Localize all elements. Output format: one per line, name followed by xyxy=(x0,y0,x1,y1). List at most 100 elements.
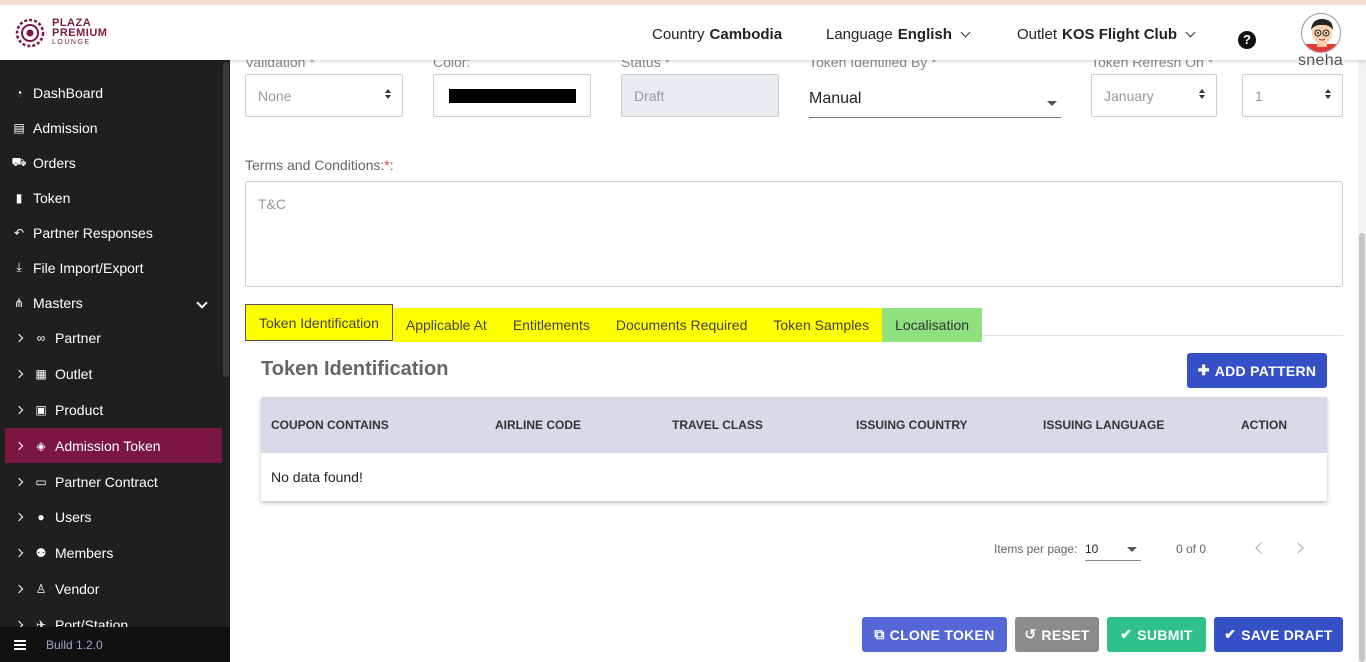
sidebar-item-label: Outlet xyxy=(55,365,93,382)
sidebar-scrollbar[interactable] xyxy=(222,60,230,377)
sidebar-item-label: Admission xyxy=(33,119,98,136)
sidebar-item-label: Partner Contract xyxy=(55,473,158,490)
brand-line-2: PREMIUM xyxy=(52,27,108,39)
column-header[interactable]: COUPON CONTAINS xyxy=(271,418,389,432)
sidebar-item-token[interactable]: ▮ Token xyxy=(0,180,222,215)
column-header[interactable]: ISSUING LANGUAGE xyxy=(1043,418,1164,432)
sidebar-item-label: Partner xyxy=(55,329,101,346)
sidebar-item-file-import-export[interactable]: ⤓ File Import/Export xyxy=(0,250,222,285)
chevron-right-icon[interactable] xyxy=(1292,542,1304,554)
build-version: Build 1.2.0 xyxy=(46,637,103,652)
country-display: Country Cambodia xyxy=(652,26,782,43)
language-dropdown[interactable]: Language English xyxy=(826,26,971,43)
submit-button[interactable]: ✔ SUBMIT xyxy=(1107,617,1206,652)
tab-bar: Token Identification Applicable At Entit… xyxy=(245,304,983,342)
column-header[interactable]: ACTION xyxy=(1241,418,1287,432)
check-icon: ✔ xyxy=(1224,626,1237,642)
file-icon: ▮ xyxy=(15,190,23,205)
country-label: Country xyxy=(652,26,705,43)
sidebar-item-label: Admission Token xyxy=(55,437,161,454)
language-value: English xyxy=(897,26,952,43)
reset-button[interactable]: ↺ RESET xyxy=(1015,617,1099,652)
table-header: COUPON CONTAINS AIRLINE CODE TRAVEL CLAS… xyxy=(261,397,1327,453)
sidebar-item-label: Masters xyxy=(33,294,83,311)
help-icon[interactable]: ? xyxy=(1238,31,1256,49)
save-draft-label: SAVE DRAFT xyxy=(1241,626,1333,643)
sidebar-item-partner-contract[interactable]: ▭ Partner Contract xyxy=(0,464,222,499)
sidebar-scrollbar-thumb[interactable] xyxy=(223,62,229,377)
sidebar-item-partner[interactable]: ∞ Partner xyxy=(0,320,222,355)
items-per-page-label: Items per page: xyxy=(994,542,1078,556)
identified-by-select[interactable]: Manual xyxy=(809,90,1061,118)
sidebar-item-label: Partner Responses xyxy=(33,224,153,241)
clone-token-button[interactable]: ⧉ CLONE TOKEN xyxy=(862,617,1007,652)
items-per-page-select[interactable]: 10 xyxy=(1085,535,1141,561)
cart-icon: ⛟ xyxy=(11,154,27,169)
sidebar-item-members[interactable]: ⚉ Members xyxy=(0,535,222,570)
chevron-right-icon xyxy=(14,512,24,521)
app-header: PLAZA PREMIUM LOUNGE Country Cambodia La… xyxy=(0,5,1366,69)
sidebar-item-vendor[interactable]: ♙ Vendor xyxy=(0,571,222,606)
empty-message: No data found! xyxy=(271,469,363,485)
column-header[interactable]: TRAVEL CLASS xyxy=(672,418,763,432)
color-picker[interactable] xyxy=(433,74,591,117)
color-swatch xyxy=(449,89,576,103)
tab-documents-required[interactable]: Documents Required xyxy=(602,308,761,342)
sidebar-item-admission[interactable]: ▤ Admission xyxy=(0,110,222,145)
language-label: Language xyxy=(826,26,893,43)
table-row: No data found! xyxy=(261,453,1327,501)
validation-select[interactable]: None xyxy=(245,74,403,117)
refresh-month-select[interactable]: January xyxy=(1091,74,1217,117)
brand-wordmark: PLAZA PREMIUM LOUNGE xyxy=(52,18,107,48)
chevron-left-icon[interactable] xyxy=(1255,542,1267,554)
terms-textarea[interactable]: T&C xyxy=(245,181,1343,287)
sidebar-item-orders[interactable]: ⛟ Orders xyxy=(0,145,222,180)
sidebar-item-product[interactable]: ▣ Product xyxy=(0,392,222,427)
terms-placeholder: T&C xyxy=(258,196,286,212)
tab-localisation[interactable]: Localisation xyxy=(882,308,983,342)
sidebar-item-users[interactable]: ● Users xyxy=(0,499,222,534)
tab-entitlements[interactable]: Entitlements xyxy=(499,308,603,342)
terms-label: Terms and Conditions:*: xyxy=(245,157,394,173)
sidebar-item-label: Members xyxy=(55,544,114,561)
hamburger-menu-icon[interactable] xyxy=(14,639,26,650)
page-scrollbar[interactable] xyxy=(1358,60,1366,662)
plus-icon: ✚ xyxy=(1197,362,1210,378)
chevron-down-icon xyxy=(960,27,971,38)
chevron-right-icon xyxy=(14,477,24,486)
refresh-day-value: 1 xyxy=(1255,87,1263,104)
terms-label-text: Terms and Conditions: xyxy=(245,157,385,173)
sidebar-item-label: DashBoard xyxy=(33,84,104,101)
outlet-dropdown[interactable]: Outlet KOS Flight Club xyxy=(1017,26,1196,43)
outlet-value: KOS Flight Club xyxy=(1062,26,1178,43)
terms-label-colon: : xyxy=(389,157,394,173)
column-header[interactable]: AIRLINE CODE xyxy=(495,418,581,432)
sidebar-item-admission-token[interactable]: ◈ Admission Token xyxy=(5,428,222,463)
avatar[interactable] xyxy=(1301,13,1341,53)
column-header[interactable]: ISSUING COUNTRY xyxy=(856,418,968,432)
reply-all-icon: ↶ xyxy=(13,225,25,240)
refresh-day-select[interactable]: 1 xyxy=(1242,74,1343,117)
user-avatar-icon xyxy=(1302,19,1340,52)
tab-token-samples[interactable]: Token Samples xyxy=(760,308,883,342)
ticket-icon: ◈ xyxy=(36,438,46,453)
reset-label: RESET xyxy=(1041,626,1090,643)
sidebar-item-dashboard[interactable]: ◔ DashBoard xyxy=(0,75,222,110)
outlet-label: Outlet xyxy=(1017,26,1058,43)
download-icon: ⤓ xyxy=(16,260,22,274)
sidebar-item-partner-responses[interactable]: ↶ Partner Responses xyxy=(0,215,222,250)
sidebar-item-outlet[interactable]: ▦ Outlet xyxy=(0,356,222,391)
brand-logo[interactable]: PLAZA PREMIUM LOUNGE xyxy=(14,17,107,49)
chevron-right-icon xyxy=(14,584,24,593)
page-scrollbar-thumb[interactable] xyxy=(1359,233,1365,662)
sidebar-item-label: Token xyxy=(33,189,71,206)
add-pattern-button[interactable]: ✚ ADD PATTERN xyxy=(1187,353,1327,388)
sidebar-item-masters[interactable]: ⋔ Masters xyxy=(0,285,222,320)
sidebar-item-label: Orders xyxy=(33,154,76,171)
tab-token-identification[interactable]: Token Identification xyxy=(245,304,393,341)
users-icon: ⚉ xyxy=(35,545,47,560)
tab-applicable-at[interactable]: Applicable At xyxy=(392,308,500,342)
save-draft-button[interactable]: ✔ SAVE DRAFT xyxy=(1214,617,1343,652)
main-content: Validation * None Color: Status * Draft … xyxy=(230,54,1366,662)
clone-label: CLONE TOKEN xyxy=(889,626,995,643)
